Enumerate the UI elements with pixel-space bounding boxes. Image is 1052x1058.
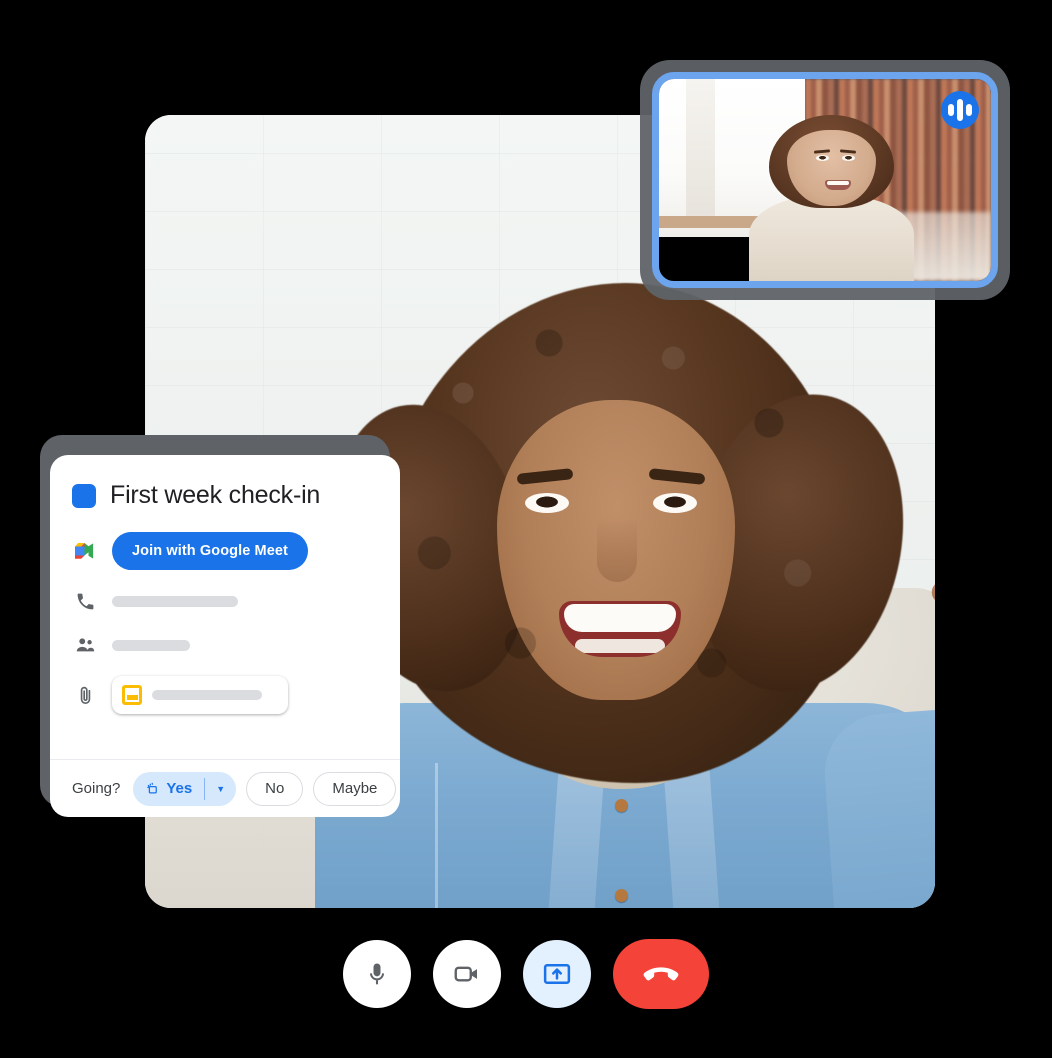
chevron-down-icon[interactable]: ▼	[205, 784, 236, 794]
jacket-stitch	[435, 763, 438, 908]
google-slides-icon	[122, 685, 142, 705]
raised-arm	[820, 704, 935, 908]
waving-hand	[931, 540, 935, 694]
audio-waveform-icon	[941, 91, 979, 129]
waveform-bar	[957, 99, 963, 121]
guests-row	[72, 632, 378, 658]
calendar-event-card[interactable]: First week check-in Join with Google Mee…	[40, 435, 400, 817]
present-screen-button[interactable]	[523, 940, 591, 1008]
end-call-button[interactable]	[613, 939, 709, 1009]
add-to-tasks-icon	[147, 782, 158, 794]
eye-left	[525, 493, 569, 513]
jacket-button	[615, 799, 628, 812]
waveform-bar	[966, 104, 972, 116]
attachment-chip[interactable]	[112, 676, 288, 714]
rsvp-yes-button[interactable]: Yes ▼	[133, 771, 237, 806]
join-with-google-meet-button[interactable]: Join with Google Meet	[112, 532, 308, 570]
smiling-mouth	[559, 601, 681, 657]
phone-placeholder	[112, 595, 238, 607]
rsvp-yes-text: Yes	[166, 780, 193, 797]
phone-icon	[72, 588, 98, 614]
google-meet-icon	[72, 538, 98, 564]
join-meeting-row: Join with Google Meet	[72, 532, 378, 570]
waveform-bar	[948, 104, 954, 116]
people-icon	[72, 632, 98, 658]
calendar-card-body: First week check-in Join with Google Mee…	[50, 455, 400, 714]
rsvp-label: Going?	[72, 780, 121, 797]
call-control-bar	[0, 928, 1052, 1020]
guests-placeholder	[112, 639, 190, 651]
jacket-button	[615, 889, 628, 902]
teeth-lower	[575, 639, 665, 653]
video-camera-icon	[454, 966, 477, 982]
teeth-upper	[564, 604, 676, 632]
page-title: First week check-in	[110, 481, 321, 509]
paperclip-icon	[72, 682, 98, 708]
calendar-card-surface: First week check-in Join with Google Mee…	[50, 455, 400, 817]
meet-call-screen: First week check-in Join with Google Mee…	[0, 0, 1052, 1058]
nose	[597, 518, 637, 582]
event-color-chip	[72, 483, 96, 508]
present-screen-icon	[543, 964, 571, 984]
attachment-row	[72, 676, 378, 714]
eye-right	[653, 493, 697, 513]
curtain	[685, 79, 716, 221]
phone-row	[72, 588, 378, 614]
self-view-video-tile[interactable]	[640, 60, 1010, 300]
pip-active-speaker-frame	[652, 72, 998, 288]
thumb	[928, 577, 935, 615]
rsvp-maybe-button[interactable]: Maybe	[313, 771, 397, 806]
rsvp-footer: Going? Yes ▼ No Maybe	[50, 760, 400, 817]
end-call-icon	[643, 967, 679, 981]
event-title-row: First week check-in	[72, 481, 378, 510]
attachment-name-placeholder	[152, 690, 262, 700]
microphone-button[interactable]	[343, 940, 411, 1008]
pip-mouth	[824, 179, 851, 190]
rsvp-yes-label-group: Yes	[133, 780, 204, 797]
rsvp-no-button[interactable]: No	[246, 771, 304, 806]
microphone-icon	[370, 963, 384, 985]
camera-button[interactable]	[433, 940, 501, 1008]
pip-participant-figure	[745, 115, 918, 281]
